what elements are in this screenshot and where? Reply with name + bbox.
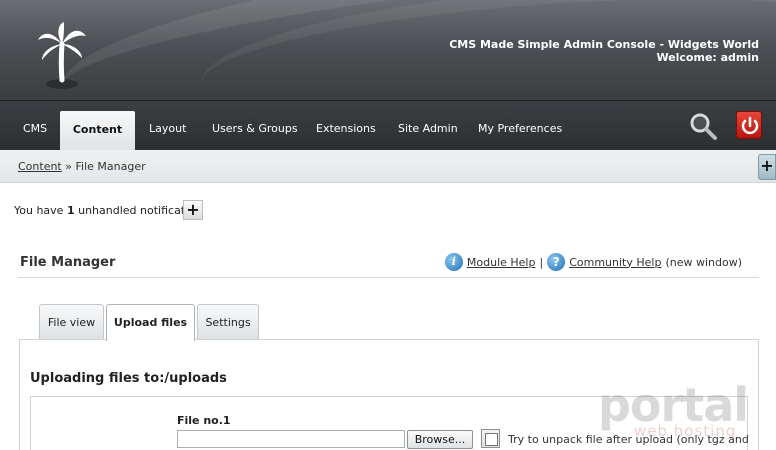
- divider: [18, 277, 759, 278]
- nav-item-site-admin[interactable]: Site Admin: [398, 101, 458, 151]
- notification-count: 1: [66, 204, 75, 217]
- file-path-input[interactable]: [177, 430, 405, 448]
- info-icon: i: [444, 253, 463, 271]
- portal-watermark-logo: portal web hosting: [598, 378, 749, 440]
- magnifier-icon[interactable]: [688, 111, 718, 141]
- tab-upload-files[interactable]: Upload files: [106, 304, 195, 341]
- help-separator: |: [539, 255, 544, 269]
- browse-button[interactable]: Browse...: [407, 430, 473, 449]
- page-title: File Manager: [20, 255, 116, 270]
- expand-panel-button[interactable]: +: [758, 154, 776, 180]
- community-help-link[interactable]: Community Help: [569, 256, 661, 269]
- main-nav: CMS Content Layout Users & Groups Extens…: [0, 100, 776, 151]
- breadcrumb-link-content[interactable]: Content: [18, 160, 62, 173]
- new-window-note: (new window): [665, 255, 742, 269]
- header-title-block: CMS Made Simple Admin Console - Widgets …: [449, 38, 759, 64]
- power-icon: [741, 116, 759, 135]
- help-links: i Module Help | ? Community Help (new wi…: [444, 253, 742, 271]
- breadcrumb: Content » File Manager: [18, 160, 146, 173]
- breadcrumb-separator: »: [61, 160, 76, 173]
- nav-item-content[interactable]: Content: [60, 111, 135, 151]
- nav-item-my-preferences[interactable]: My Preferences: [478, 101, 562, 151]
- notification-toggle-button[interactable]: +: [183, 200, 203, 220]
- logout-button[interactable]: [736, 111, 762, 139]
- file-label: File no.1: [177, 414, 231, 427]
- nav-item-users-groups[interactable]: Users & Groups: [212, 101, 298, 151]
- palm-tree-icon: [38, 22, 86, 89]
- tab-settings[interactable]: Settings: [197, 304, 259, 340]
- tab-file-view[interactable]: File view: [39, 304, 104, 340]
- module-help-link[interactable]: Module Help: [467, 256, 536, 269]
- welcome-text: Welcome: admin: [656, 51, 759, 64]
- nav-item-cms[interactable]: CMS: [23, 101, 47, 151]
- help-icon: ?: [547, 253, 566, 271]
- upload-destination-title: Uploading files to:/uploads: [30, 371, 227, 386]
- breadcrumb-current: File Manager: [75, 160, 146, 173]
- console-title: CMS Made Simple Admin Console - Widgets …: [449, 38, 759, 51]
- unpack-checkbox[interactable]: [481, 429, 500, 448]
- breadcrumb-bar: Content » File Manager: [0, 150, 776, 183]
- nav-item-extensions[interactable]: Extensions: [316, 101, 376, 151]
- nav-item-layout[interactable]: Layout: [149, 101, 186, 151]
- notification-text: You have 1 unhandled notification: [14, 204, 202, 217]
- header-banner: CMS Made Simple Admin Console - Widgets …: [0, 0, 776, 100]
